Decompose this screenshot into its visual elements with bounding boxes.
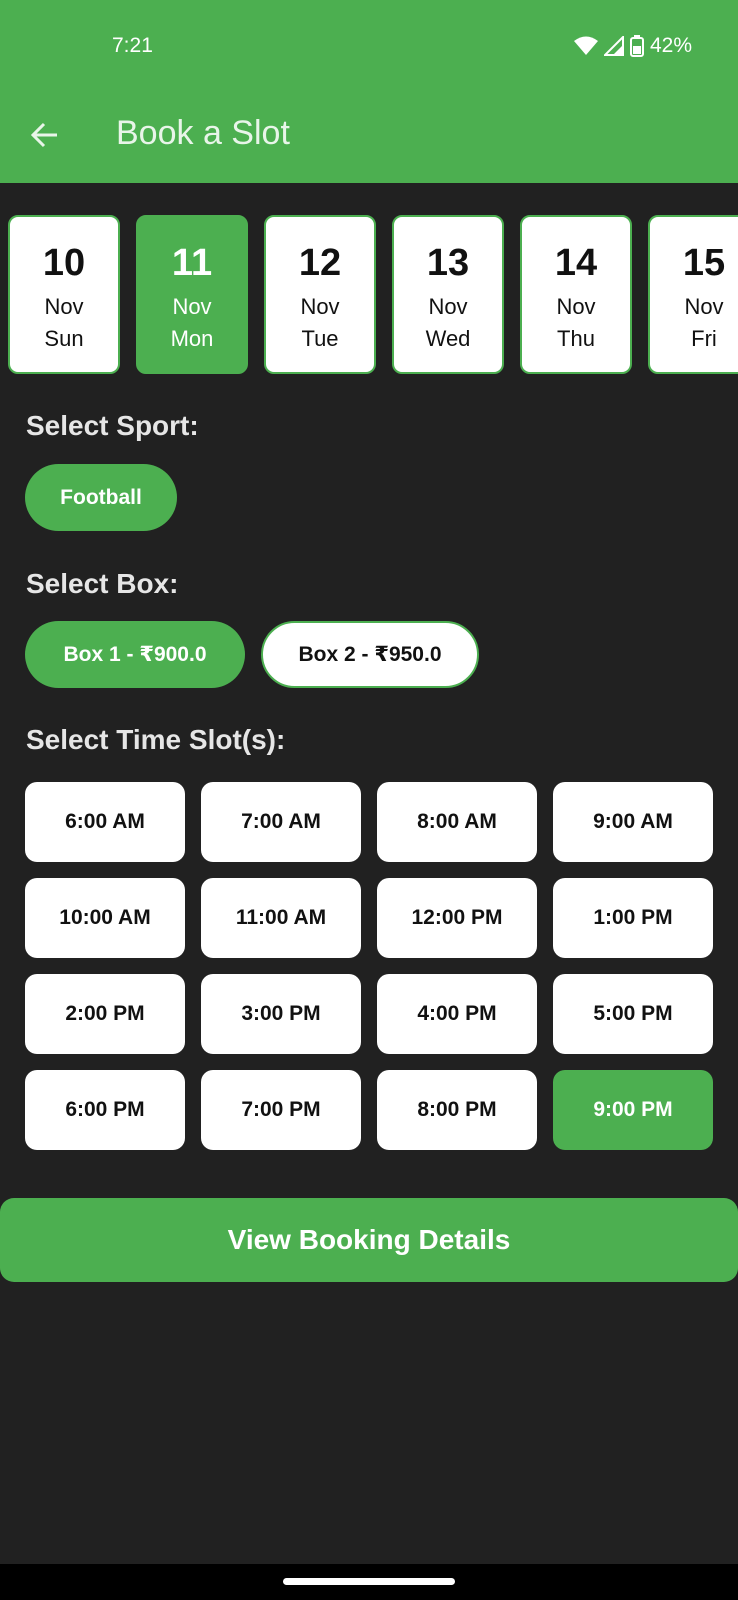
date-day: 14 — [554, 242, 598, 284]
time-slot[interactable]: 1:00 PM — [553, 878, 713, 958]
gesture-handle[interactable] — [283, 1578, 455, 1585]
select-sport-label: Select Sport: — [26, 410, 199, 441]
time-slot[interactable]: 11:00 AM — [201, 878, 361, 958]
battery-percent: 42% — [649, 34, 692, 57]
date-weekday: Thu — [557, 326, 595, 351]
page-title: Book a Slot — [116, 114, 290, 152]
box-option-1[interactable]: Box 1 - ₹900.0 — [25, 621, 245, 688]
date-card-selected[interactable]: 11 Nov Mon — [136, 215, 248, 374]
date-card[interactable]: 15 Nov Fri — [648, 215, 738, 374]
date-month: Nov — [428, 294, 468, 319]
date-weekday: Sun — [44, 326, 84, 351]
date-weekday: Tue — [301, 326, 339, 351]
date-day: 15 — [682, 242, 726, 284]
time-slot[interactable]: 3:00 PM — [201, 974, 361, 1054]
date-selector: 10 Nov Sun 11 Nov Mon 12 Nov Tue 13 Nov … — [8, 215, 738, 375]
time-slot[interactable]: 8:00 PM — [377, 1070, 537, 1150]
date-month: Nov — [44, 294, 84, 319]
time-slot[interactable]: 5:00 PM — [553, 974, 713, 1054]
date-card[interactable]: 10 Nov Sun — [8, 215, 120, 374]
date-month: Nov — [172, 294, 212, 319]
date-card[interactable]: 13 Nov Wed — [392, 215, 504, 374]
date-card[interactable]: 12 Nov Tue — [264, 215, 376, 374]
time-slot[interactable]: 2:00 PM — [25, 974, 185, 1054]
time-slot-selected[interactable]: 9:00 PM — [553, 1070, 713, 1150]
battery-icon — [629, 35, 644, 57]
navigation-bar — [0, 1564, 738, 1600]
date-day: 13 — [426, 242, 470, 284]
wifi-icon — [573, 36, 598, 56]
date-weekday: Mon — [170, 326, 214, 351]
arrow-left-icon[interactable] — [28, 118, 62, 152]
date-weekday: Wed — [425, 326, 471, 351]
time-slot[interactable]: 4:00 PM — [377, 974, 537, 1054]
date-card[interactable]: 14 Nov Thu — [520, 215, 632, 374]
time-slot[interactable]: 8:00 AM — [377, 782, 537, 862]
status-time: 7:21 — [112, 34, 153, 57]
time-slot[interactable]: 7:00 PM — [201, 1070, 361, 1150]
view-booking-details-button[interactable]: View Booking Details — [0, 1198, 738, 1282]
time-slot[interactable]: 12:00 PM — [377, 878, 537, 958]
select-box-label: Select Box: — [26, 568, 179, 599]
signal-icon — [603, 36, 624, 56]
date-day: 11 — [171, 242, 213, 284]
app-bar: 7:21 42% Book a Slot — [0, 0, 738, 183]
date-month: Nov — [556, 294, 596, 319]
date-month: Nov — [684, 294, 724, 319]
date-day: 10 — [42, 242, 86, 284]
time-slot[interactable]: 6:00 PM — [25, 1070, 185, 1150]
time-slot[interactable]: 10:00 AM — [25, 878, 185, 958]
box-option-2[interactable]: Box 2 - ₹950.0 — [261, 621, 479, 688]
time-slot[interactable]: 9:00 AM — [553, 782, 713, 862]
time-slot[interactable]: 6:00 AM — [25, 782, 185, 862]
date-day: 12 — [298, 242, 342, 284]
status-icons: 42% — [573, 34, 692, 58]
date-weekday: Fri — [691, 326, 717, 351]
sport-option-football[interactable]: Football — [25, 464, 177, 531]
date-month: Nov — [300, 294, 340, 319]
time-slot[interactable]: 7:00 AM — [201, 782, 361, 862]
select-time-slot-label: Select Time Slot(s): — [26, 724, 286, 755]
